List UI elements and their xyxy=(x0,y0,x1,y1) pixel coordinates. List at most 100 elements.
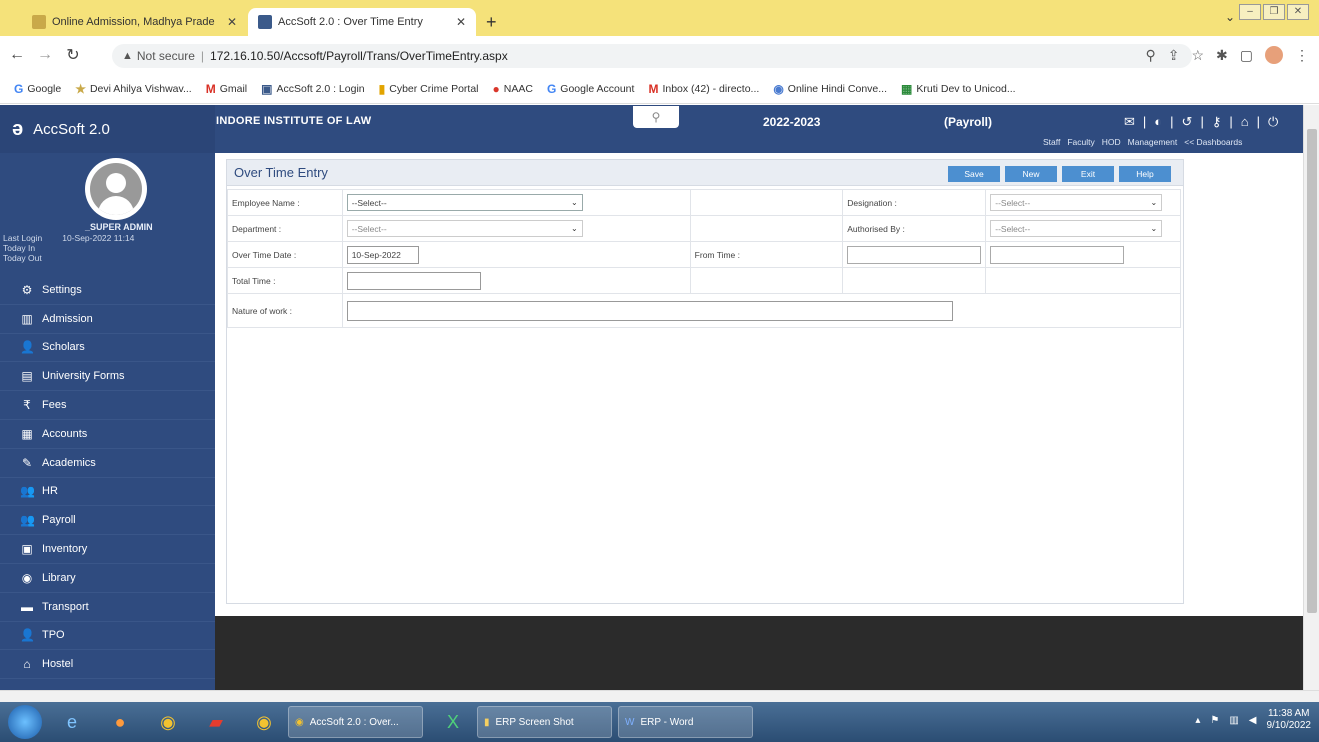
sidebar-item-transport[interactable]: ▬ Transport xyxy=(0,593,215,622)
link-staff[interactable]: Staff xyxy=(1043,137,1060,147)
help-button[interactable]: Help xyxy=(1119,166,1171,182)
task-erp-word[interactable]: W ERP - Word xyxy=(618,706,753,738)
profile-avatar[interactable] xyxy=(1265,46,1283,64)
sidebar-item-fees[interactable]: ₹ Fees xyxy=(0,391,215,420)
minimize-button[interactable]: – xyxy=(1239,4,1261,20)
link-dashboards[interactable]: << Dashboards xyxy=(1184,137,1242,147)
chrome-profile-icon[interactable]: ◉ xyxy=(246,707,282,737)
sidebar-item-hr[interactable]: 👥 HR xyxy=(0,478,215,507)
sidebar-item-university-forms[interactable]: ▤ University Forms xyxy=(0,362,215,392)
refresh-icon[interactable]: ↺ xyxy=(1182,114,1193,130)
forward-icon[interactable]: → xyxy=(34,46,56,64)
tray-expand-icon[interactable]: ▴ xyxy=(1195,715,1200,726)
sidebar-item-label: Fees xyxy=(42,399,67,412)
bookmark-inbox[interactable]: M Inbox (42) - directo... xyxy=(648,82,759,96)
overtime-date-input[interactable]: 10-Sep-2022 xyxy=(346,245,419,264)
employee-select-value: --Select-- xyxy=(351,197,387,208)
excel-icon[interactable]: X xyxy=(435,707,471,737)
bookmark-accsoft[interactable]: ▣ AccSoft 2.0 : Login xyxy=(261,82,364,96)
last-login-label: Last Login xyxy=(3,233,43,243)
tab-search-chevron-icon[interactable]: ⌄ xyxy=(1225,10,1235,24)
department-label: Department : xyxy=(227,215,343,242)
restore-button[interactable]: ❐ xyxy=(1263,4,1285,20)
volume-icon[interactable]: ◀ xyxy=(1249,715,1257,726)
bookmark-davv[interactable]: ★ Devi Ahilya Vishwav... xyxy=(75,82,192,96)
department-select[interactable]: --Select-- ⌄ xyxy=(346,220,583,237)
sidebar-item-settings[interactable]: ⚙ Settings xyxy=(0,276,215,305)
menu-dots-icon[interactable]: ⋮ xyxy=(1295,47,1309,64)
app-logo[interactable]: ə AccSoft 2.0 xyxy=(0,105,215,153)
chrome-icon[interactable]: ◉ xyxy=(150,707,186,737)
accsoft-favicon-icon xyxy=(258,15,272,29)
flag-icon[interactable]: ⚑ xyxy=(1210,715,1219,726)
sidebar-item-inventory[interactable]: ▣ Inventory xyxy=(0,535,215,564)
sidebar-item-academics[interactable]: ✎ Academics xyxy=(0,449,215,478)
close-tab-icon[interactable]: ✕ xyxy=(456,15,466,29)
bookmark-hindi-converter[interactable]: ◉ Online Hindi Conve... xyxy=(773,82,887,96)
home-icon[interactable]: ⌂ xyxy=(1241,114,1249,130)
firefox-icon[interactable]: ● xyxy=(102,707,138,737)
search-toggle[interactable]: ⚲ xyxy=(633,106,679,128)
total-time-input[interactable] xyxy=(346,271,481,290)
sidebar-item-library[interactable]: ◉ Library xyxy=(0,564,215,593)
bookmark-label: Devi Ahilya Vishwav... xyxy=(89,82,192,95)
new-button[interactable]: New xyxy=(1005,166,1057,182)
bookmark-google[interactable]: G Google xyxy=(14,82,61,96)
browser-tab-admission[interactable]: Online Admission, Madhya Prade ✕ xyxy=(22,8,247,36)
back-icon[interactable]: ← xyxy=(6,46,28,64)
accsoft-icon: ▣ xyxy=(261,81,273,96)
toggle-icon[interactable]: ◐ xyxy=(1154,114,1162,130)
vertical-scrollbar[interactable] xyxy=(1303,105,1319,690)
pdf-icon[interactable]: ▰ xyxy=(198,707,234,737)
nature-of-work-input[interactable] xyxy=(346,300,953,321)
authorised-select[interactable]: --Select-- ⌄ xyxy=(990,220,1163,237)
from-time-input[interactable] xyxy=(847,245,982,264)
bookmark-kruti-dev[interactable]: ▦ Kruti Dev to Unicod... xyxy=(901,82,1016,96)
sidebar-item-payroll[interactable]: 👥 Payroll xyxy=(0,506,215,536)
total-time-label: Total Time : xyxy=(227,267,343,294)
browser-tab-accsoft[interactable]: AccSoft 2.0 : Over Time Entry ✕ xyxy=(248,8,476,36)
to-time-input[interactable] xyxy=(990,245,1125,264)
close-window-button[interactable]: ✕ xyxy=(1287,4,1309,20)
extensions-icon[interactable]: ✱ xyxy=(1216,47,1228,64)
network-icon[interactable]: ▥ xyxy=(1229,715,1238,726)
share-icon[interactable]: ⇪ xyxy=(1168,47,1180,64)
designation-select[interactable]: --Select-- ⌄ xyxy=(990,194,1163,211)
url-input[interactable]: ▲ Not secure | 172.16.10.50/Accsoft/Payr… xyxy=(112,44,1192,68)
task-accsoft[interactable]: ◉ AccSoft 2.0 : Over... xyxy=(288,706,423,738)
link-hod[interactable]: HOD xyxy=(1102,137,1121,147)
task-erp-screenshot[interactable]: ▮ ERP Screen Shot xyxy=(477,706,612,738)
key-icon[interactable]: ⚷ xyxy=(1212,114,1222,130)
close-tab-icon[interactable]: ✕ xyxy=(227,15,237,29)
link-faculty[interactable]: Faculty xyxy=(1067,137,1094,147)
bookmark-star-icon[interactable]: ☆ xyxy=(1191,47,1204,64)
zoom-icon[interactable]: ⚲ xyxy=(1145,47,1155,64)
ie-icon[interactable]: e xyxy=(54,707,90,737)
sidebar-item-scholars[interactable]: 👤 Scholars xyxy=(0,334,215,363)
bookmark-cyber-crime[interactable]: ▮ Cyber Crime Portal xyxy=(379,82,479,96)
sidebar-item-tpo[interactable]: 👤 TPO xyxy=(0,622,215,651)
new-tab-button[interactable]: + xyxy=(486,12,497,33)
today-out-label: Today Out xyxy=(3,253,42,263)
start-button[interactable] xyxy=(8,705,42,739)
exit-button[interactable]: Exit xyxy=(1062,166,1114,182)
link-management[interactable]: Management xyxy=(1128,137,1178,147)
clock-date: 9/10/2022 xyxy=(1266,720,1312,731)
cyber-crime-icon: ▮ xyxy=(378,81,386,96)
horizontal-scrollbar[interactable] xyxy=(0,690,1319,702)
designation-label: Designation : xyxy=(842,189,987,216)
reload-icon[interactable]: ↻ xyxy=(62,45,84,65)
bookmark-google-account[interactable]: G Google Account xyxy=(547,82,634,96)
sidebar-item-accounts[interactable]: ▦ Accounts xyxy=(0,420,215,449)
save-button[interactable]: Save xyxy=(948,166,1000,182)
bookmark-gmail[interactable]: M Gmail xyxy=(206,82,247,96)
clock[interactable]: 11:38 AM 9/10/2022 xyxy=(1267,708,1312,732)
sidebar-item-hostel[interactable]: ⌂ Hostel xyxy=(0,650,215,680)
power-icon[interactable]: ⏻ xyxy=(1268,114,1278,130)
scrollbar-thumb[interactable] xyxy=(1307,129,1317,613)
sidepanel-icon[interactable]: ▢ xyxy=(1240,47,1253,64)
mail-icon[interactable]: ✉ xyxy=(1124,114,1135,130)
sidebar-item-admission[interactable]: ▥ Admission xyxy=(0,305,215,334)
bookmark-naac[interactable]: ● NAAC xyxy=(493,82,533,96)
employee-select[interactable]: --Select-- ⌄ xyxy=(346,194,583,211)
